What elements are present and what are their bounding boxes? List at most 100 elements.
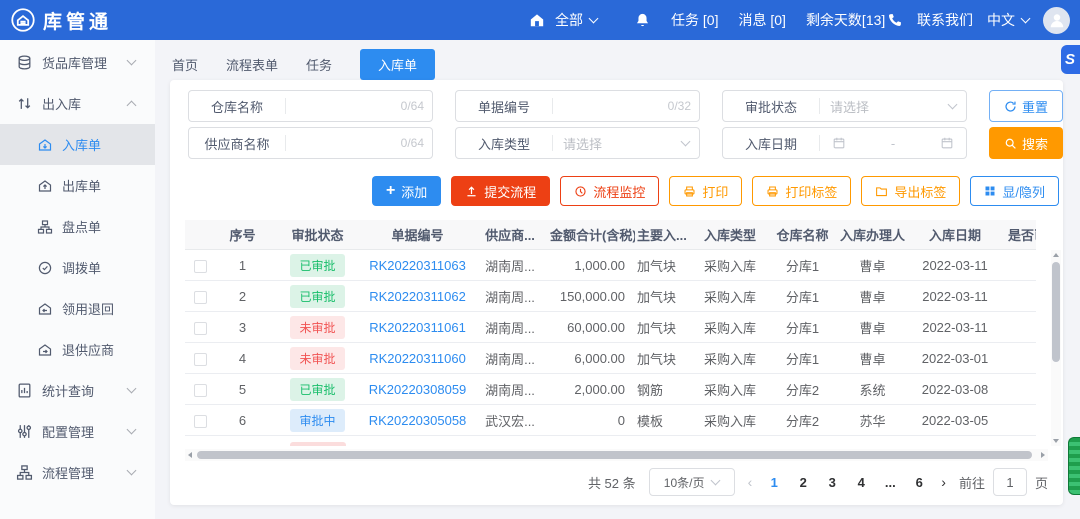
doc-number-link[interactable]: RK20220311061 <box>369 320 466 335</box>
table-row[interactable]: 6审批中RK20220305058武汉宏...0模板采购入库分库2苏华2022-… <box>185 405 1036 436</box>
sidebar-item-requisition-return[interactable]: 领用退回 <box>0 288 155 329</box>
reset-button[interactable]: 重置 <box>989 90 1063 122</box>
sidebar-item-goods-warehouse[interactable]: 货品库管理 <box>0 42 155 83</box>
contact-us-link[interactable]: 联系我们 <box>917 10 973 30</box>
next-page-button[interactable]: › <box>941 474 946 490</box>
column-header[interactable]: 仓库名称 <box>770 225 835 244</box>
sidebar-item-in-out[interactable]: 出入库 <box>0 83 155 124</box>
print-label-button[interactable]: 打印标签 <box>752 176 851 206</box>
export-label-button[interactable]: 导出标签 <box>861 176 960 206</box>
plus-icon: + <box>386 183 395 199</box>
pagination-page[interactable]: 4 <box>852 475 870 490</box>
row-checkbox[interactable] <box>194 322 207 335</box>
column-header[interactable]: 入库类型 <box>690 225 770 244</box>
table-cell: 加气块 <box>635 349 690 368</box>
column-header[interactable]: 入库办理人 <box>835 225 910 244</box>
column-header[interactable]: 是否已一键 <box>1000 225 1036 244</box>
horizontal-scrollbar[interactable] <box>185 449 1048 461</box>
green-elevator-widget[interactable] <box>1068 437 1080 495</box>
scroll-right-arrow[interactable] <box>1041 452 1045 458</box>
filter-inbound-date: 入库日期 - <box>722 127 967 159</box>
tab-home[interactable]: 首页 <box>172 49 198 80</box>
search-button[interactable]: 搜索 <box>989 127 1063 159</box>
column-header[interactable]: 入库日期 <box>910 225 1000 244</box>
column-header[interactable]: 序号 <box>215 225 270 244</box>
column-header[interactable]: 供应商... <box>470 225 550 244</box>
goto-label: 前往 <box>959 473 985 492</box>
tasks-counter[interactable]: 任务 [0] <box>671 10 718 30</box>
add-button[interactable]: +添加 <box>372 176 441 206</box>
row-checkbox-cell <box>185 350 215 365</box>
scroll-left-arrow[interactable] <box>188 452 192 458</box>
warehouse-name-input[interactable] <box>294 99 397 114</box>
column-header[interactable]: 金额合计(含税) <box>550 225 635 244</box>
row-checkbox[interactable] <box>194 353 207 366</box>
supplier-name-input[interactable] <box>294 136 397 151</box>
sidebar-item-config[interactable]: 配置管理 <box>0 411 155 452</box>
table-cell: 否 <box>1000 411 1036 430</box>
avatar[interactable] <box>1043 7 1070 34</box>
tab-tasks[interactable]: 任务 <box>306 49 332 80</box>
date-range-picker[interactable]: - <box>820 136 966 151</box>
bell-icon[interactable] <box>634 12 651 29</box>
chevron-down-icon <box>589 13 599 23</box>
doc-number-link[interactable]: RK20220305058 <box>369 413 467 428</box>
tab-inbound-order[interactable]: 入库单 <box>360 49 435 80</box>
language-select[interactable]: 中文 <box>987 10 1029 30</box>
print-button[interactable]: 打印 <box>669 176 742 206</box>
pagination-page[interactable]: 2 <box>794 475 812 490</box>
tab-bar: 首页 流程表单 任务 入库单 <box>172 49 435 80</box>
goto-page-input[interactable] <box>993 468 1027 496</box>
row-checkbox[interactable] <box>194 384 207 397</box>
row-checkbox[interactable] <box>194 415 207 428</box>
sidebar-item-outbound-order[interactable]: 出库单 <box>0 165 155 206</box>
scroll-down-arrow[interactable] <box>1053 439 1059 443</box>
sidebar-item-inbound-order[interactable]: 入库单 <box>0 124 155 165</box>
sidebar-item-transfer-order[interactable]: 调拨单 <box>0 247 155 288</box>
submit-flow-button[interactable]: 提交流程 <box>451 176 550 206</box>
sidebar-item-stocktake-order[interactable]: 盘点单 <box>0 206 155 247</box>
approval-status-select[interactable]: 请选择 <box>820 97 966 116</box>
vertical-scroll-thumb[interactable] <box>1052 262 1060 362</box>
table-cell: 加气块 <box>635 287 690 306</box>
table-cell: 5 <box>215 382 270 397</box>
brand-logo-icon <box>10 7 36 33</box>
char-counter: 0/64 <box>401 136 424 150</box>
horizontal-scroll-thumb[interactable] <box>197 451 1032 459</box>
table-row[interactable]: 1已审批RK20220311063湖南周...1,000.00加气块采购入库分库… <box>185 250 1036 281</box>
scope-select[interactable]: 全部 <box>555 10 597 30</box>
doc-number-link[interactable]: RK20220311062 <box>369 289 466 304</box>
doc-number-link[interactable]: RK20220311063 <box>369 258 466 273</box>
table-row[interactable]: 4未审批RK20220311060湖南周...6,000.00加气块采购入库分库… <box>185 343 1036 374</box>
column-header[interactable]: 主要入... <box>635 225 690 244</box>
messages-counter[interactable]: 消息 [0] <box>738 10 785 30</box>
table-cell: 1 <box>215 258 270 273</box>
prev-page-button[interactable]: ‹ <box>748 474 753 490</box>
table-row[interactable]: 2已审批RK20220311062湖南周...150,000.00加气块采购入库… <box>185 281 1036 312</box>
table-cell: 否 <box>1000 318 1036 337</box>
sidebar-item-statistics[interactable]: 统计查询 <box>0 370 155 411</box>
doc-number-link[interactable]: RK20220311060 <box>369 351 466 366</box>
row-checkbox[interactable] <box>194 291 207 304</box>
column-header[interactable]: 审批状态 <box>270 225 365 244</box>
search-icon <box>1004 137 1017 150</box>
pagination-page[interactable]: 3 <box>823 475 841 490</box>
pagination-page[interactable]: 1 <box>765 475 783 490</box>
page-size-select[interactable]: 10条/页 <box>649 468 735 496</box>
sidebar-item-return-to-supplier[interactable]: 退供应商 <box>0 329 155 370</box>
inbound-type-select[interactable]: 请选择 <box>553 134 699 153</box>
row-checkbox[interactable] <box>194 260 207 273</box>
toggle-columns-button[interactable]: 显/隐列 <box>970 176 1059 206</box>
pagination-page[interactable]: 6 <box>910 475 928 490</box>
table-row[interactable]: 3未审批RK20220311061湖南周...60,000.00加气块采购入库分… <box>185 312 1036 343</box>
flow-monitor-button[interactable]: 流程监控 <box>560 176 659 206</box>
table-row[interactable]: 5已审批RK20220308059湖南周...2,000.00钢筋采购入库分库2… <box>185 374 1036 405</box>
tab-workflow-forms[interactable]: 流程表单 <box>226 49 278 80</box>
doc-number-input[interactable] <box>561 99 664 114</box>
column-header[interactable]: 单据编号 <box>365 225 470 244</box>
vertical-scrollbar[interactable] <box>1051 250 1061 446</box>
scroll-up-arrow[interactable] <box>1053 253 1059 257</box>
doc-number-link[interactable]: RK20220308059 <box>369 382 467 397</box>
customer-service-widget[interactable]: S <box>1061 45 1080 74</box>
sidebar-item-workflow[interactable]: 流程管理 <box>0 452 155 493</box>
